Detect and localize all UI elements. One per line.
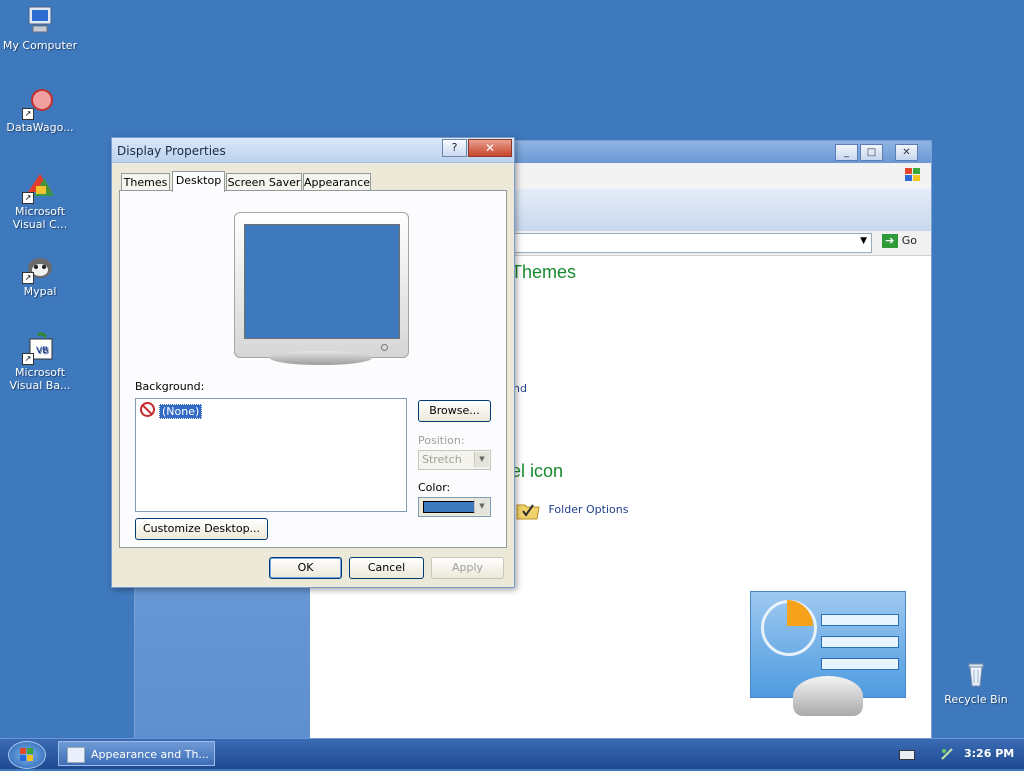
power-led-icon [381,344,388,351]
dialog-titlebar[interactable]: Display Properties ? ✕ [112,138,514,163]
pick-task-heading: Themes [511,262,577,282]
desktop-icon-label: Recycle Bin [944,693,1008,706]
desktop-tab-panel: Background: (None) Browse... Position: S… [119,190,507,548]
desktop-icon-visual-basic[interactable]: VB ↗ Microsoft Visual Ba... [0,331,80,392]
tab-desktop[interactable]: Desktop [172,171,225,192]
background-list[interactable]: (None) [135,398,407,512]
minimize-button[interactable]: _ [835,144,858,161]
bar-graphic [821,614,899,626]
visual-basic-icon: VB ↗ [22,331,56,365]
dome-graphic [793,676,863,716]
svg-text:VB: VB [36,346,48,356]
background-label: Background: [135,380,205,393]
tab-appearance[interactable]: Appearance [303,173,371,191]
desktop-icon-visual-c[interactable]: ↗ Microsoft Visual C... [0,170,80,231]
color-label: Color: [418,481,451,494]
taskbar: Appearance and Th... 3:26 PM [0,738,1024,769]
color-picker-button[interactable]: ▼ [418,497,491,517]
mypal-icon: ↗ [22,250,56,284]
keyboard-icon[interactable] [899,750,915,760]
datawagon-icon: ↗ [22,86,56,120]
close-window-button[interactable]: ✕ [895,144,918,161]
monitor-screen-preview [244,224,400,339]
bar-graphic [821,658,899,670]
desktop-icon-label: Mypal [23,285,57,298]
network-tray-icon[interactable] [940,747,954,761]
go-button[interactable]: ➔ Go [881,234,917,248]
address-dropdown-icon[interactable]: ▼ [860,236,867,246]
desktop-icon-mypal[interactable]: ↗ Mypal [0,250,80,298]
desktop-icon-label: Microsoft Visual C... [12,205,68,231]
control-panel-illustration [750,591,906,716]
close-button[interactable]: ✕ [468,139,512,157]
position-value: Stretch [422,453,462,466]
go-arrow-icon: ➔ [881,234,898,248]
monitor-preview [234,212,409,365]
go-label: Go [901,234,917,247]
display-properties-dialog: Display Properties ? ✕ Themes Desktop Sc… [111,137,515,588]
shortcut-arrow-icon: ↗ [22,353,34,365]
start-button[interactable] [8,741,46,769]
shortcut-arrow-icon: ↗ [22,192,34,204]
list-item-label: (None) [159,404,203,419]
desktop-icon-datawagon[interactable]: ↗ DataWago... [0,86,80,134]
browse-button[interactable]: Browse... [418,400,491,422]
folder-options-icon [515,499,541,521]
pie-slice-graphic [787,600,813,626]
list-item[interactable]: (None) [140,402,203,419]
visual-c-icon: ↗ [22,170,56,204]
tab-screen-saver[interactable]: Screen Saver [226,173,302,191]
tab-themes[interactable]: Themes [121,173,170,191]
clock[interactable]: 3:26 PM [964,747,1014,760]
apply-button[interactable]: Apply [431,557,504,579]
desktop-icon-label: DataWago... [6,121,74,134]
desktop-icon-label: Microsoft Visual Ba... [9,366,71,392]
windows-logo-icon [903,166,923,184]
computer-icon [24,4,56,36]
chevron-down-icon: ▼ [474,499,489,514]
shortcut-arrow-icon: ↗ [22,272,34,284]
bar-graphic [821,636,899,648]
desktop-icon-my-computer[interactable]: My Computer [0,4,80,52]
task-link[interactable]: nd [513,382,527,395]
maximize-button[interactable]: □ [860,144,883,161]
folder-options-item[interactable]: Folder Options [515,499,628,521]
taskbar-item-label: Appearance and Th... [91,748,209,761]
color-swatch [423,501,477,513]
folder-pencil-icon [67,747,85,763]
dialog-title: Display Properties [117,144,226,158]
cancel-button[interactable]: Cancel [349,557,424,579]
chevron-down-icon: ▼ [474,452,489,467]
ok-button[interactable]: OK [269,557,342,579]
desktop-icon-recycle-bin[interactable]: Recycle Bin [936,658,1016,706]
folder-options-label: Folder Options [548,503,629,516]
shortcut-arrow-icon: ↗ [22,108,34,120]
windows-orb-icon [20,748,33,761]
monitor-stand [270,351,372,365]
recycle-bin-icon [960,658,992,690]
customize-desktop-button[interactable]: Customize Desktop... [135,518,268,540]
taskbar-item-appearance[interactable]: Appearance and Th... [58,741,215,766]
pick-control-panel-heading: el icon [511,461,564,481]
desktop-icon-label: My Computer [2,39,78,52]
help-button[interactable]: ? [442,139,467,157]
position-select[interactable]: Stretch ▼ [418,450,491,470]
none-icon [140,402,155,417]
position-label: Position: [418,434,465,447]
